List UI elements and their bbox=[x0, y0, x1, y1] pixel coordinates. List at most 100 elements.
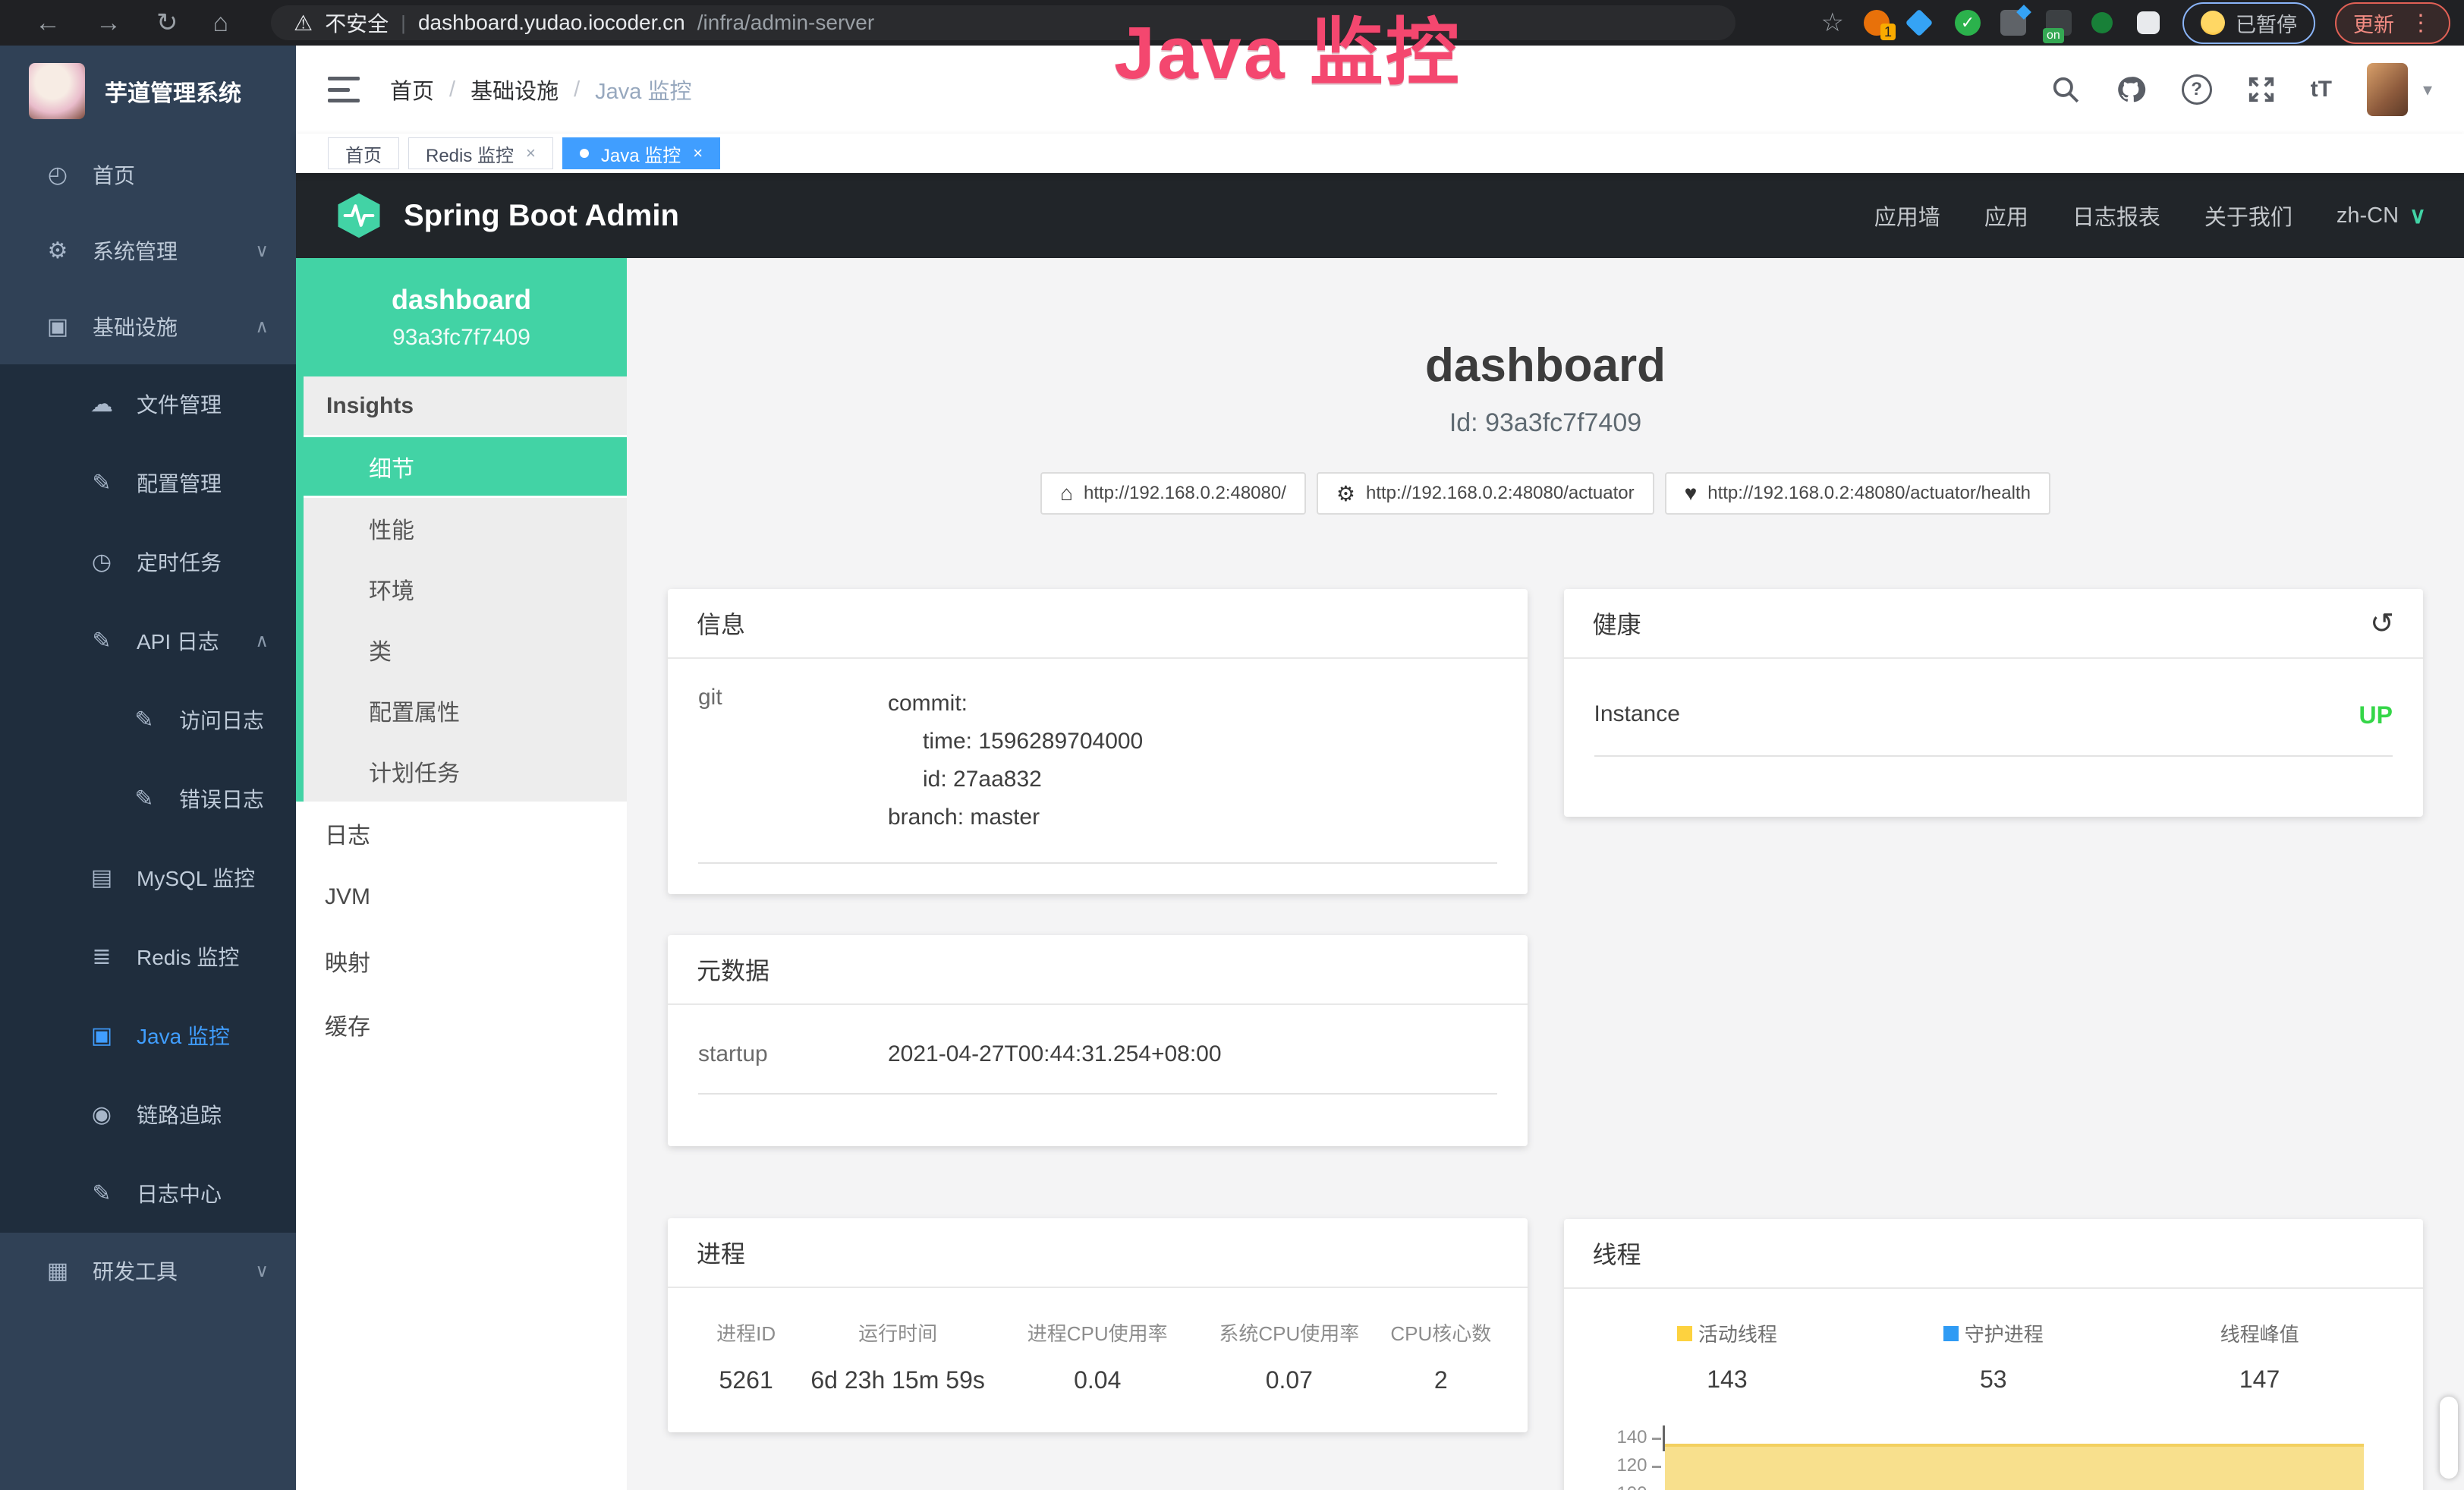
sidebar-item-redis-monitor[interactable]: ≣ Redis 监控 bbox=[0, 917, 296, 996]
toolbox-icon: ▦ bbox=[41, 1258, 74, 1284]
legend-peak-threads: 线程峰值 147 bbox=[2126, 1319, 2393, 1394]
sidebar-item-infrastructure[interactable]: ▣ 基础设施 ∧ bbox=[0, 288, 296, 364]
sidebar-item-tracing[interactable]: ◉ 链路追踪 bbox=[0, 1075, 296, 1154]
sidebar-item-system[interactable]: ⚙ 系统管理 ∨ bbox=[0, 213, 296, 288]
instance-health-row[interactable]: Instance UP bbox=[1594, 701, 2393, 757]
tab-java-monitor[interactable]: Java 监控 × bbox=[562, 137, 720, 169]
daemon-threads-value: 53 bbox=[1860, 1366, 2126, 1394]
sba-item-scheduled-tasks[interactable]: 计划任务 bbox=[304, 741, 627, 802]
sba-item-config-props[interactable]: 配置属性 bbox=[304, 680, 627, 741]
system-cpu-value: 0.07 bbox=[1198, 1366, 1381, 1394]
sba-item-caches[interactable]: 缓存 bbox=[296, 993, 627, 1057]
bookmark-star-icon[interactable]: ☆ bbox=[1821, 8, 1844, 38]
app-title: 芋道管理系统 bbox=[105, 74, 241, 108]
actuator-url-button[interactable]: ⚙ http://192.168.0.2:48080/actuator bbox=[1317, 472, 1654, 515]
layers-icon: ≣ bbox=[85, 943, 118, 970]
app-logo-row[interactable]: 芋道管理系统 bbox=[0, 46, 296, 137]
threads-area-chart: 140 120 100 bbox=[1594, 1425, 2393, 1490]
home-icon: ⌂ bbox=[1060, 481, 1073, 506]
sba-nav-journal[interactable]: 日志报表 bbox=[2072, 200, 2160, 232]
grid-dot bbox=[2016, 5, 2031, 20]
extension-check-icon[interactable]: ✓ bbox=[1955, 10, 1981, 36]
log-edit-icon: ✎ bbox=[127, 786, 161, 812]
insights-section-label: Insights bbox=[304, 376, 627, 437]
health-card: 健康 ↺ Instance UP bbox=[1564, 589, 2424, 817]
forward-icon[interactable]: → bbox=[96, 10, 121, 36]
sidebar-item-home[interactable]: ◴ 首页 bbox=[0, 137, 296, 213]
sba-instance-header[interactable]: dashboard 93a3fc7f7409 bbox=[296, 258, 627, 376]
browser-menu-icon[interactable]: ⋮ bbox=[2409, 10, 2432, 36]
update-button[interactable]: 更新 ⋮ bbox=[2335, 2, 2450, 44]
sba-item-details[interactable]: 细节 bbox=[304, 437, 627, 498]
avatar-caret-icon[interactable]: ▾ bbox=[2423, 79, 2432, 101]
timer-icon: ◷ bbox=[85, 549, 118, 575]
sba-item-logs[interactable]: 日志 bbox=[296, 802, 627, 865]
sidebar-item-config-management[interactable]: ✎ 配置管理 bbox=[0, 443, 296, 522]
fullscreen-icon[interactable] bbox=[2247, 75, 2276, 104]
gear-icon: ⚙ bbox=[41, 238, 74, 264]
tab-home[interactable]: 首页 bbox=[328, 137, 399, 169]
tab-label: Redis 监控 bbox=[426, 140, 514, 167]
instance-id-subtitle: Id: 93a3fc7f7409 bbox=[627, 408, 2464, 437]
sba-sidebar: dashboard 93a3fc7f7409 Insights 细节 性能 环境… bbox=[296, 258, 627, 1490]
process-id-value: 5261 bbox=[703, 1366, 789, 1394]
sidebar-item-dev-tools[interactable]: ▦ 研发工具 ∨ bbox=[0, 1233, 296, 1309]
health-history-icon[interactable]: ↺ bbox=[2370, 606, 2394, 641]
extension-list-icon[interactable]: on bbox=[2046, 10, 2072, 36]
extension-grid-icon[interactable] bbox=[2000, 10, 2026, 36]
sba-brand-title[interactable]: Spring Boot Admin bbox=[404, 199, 679, 233]
sba-nav-about[interactable]: 关于我们 bbox=[2204, 200, 2292, 232]
home-icon[interactable]: ⌂ bbox=[213, 10, 229, 36]
sba-item-environment[interactable]: 环境 bbox=[304, 559, 627, 619]
pin-shape bbox=[1905, 9, 1934, 37]
paused-button[interactable]: 已暂停 bbox=[2182, 2, 2315, 44]
back-icon[interactable]: ← bbox=[35, 10, 61, 36]
sidebar-item-access-logs[interactable]: ✎ 访问日志 bbox=[0, 680, 296, 759]
locale-selector[interactable]: zh-CN ∨ bbox=[2337, 203, 2426, 229]
sidebar-item-label: Redis 监控 bbox=[137, 941, 239, 972]
sidebar-item-label: 链路追踪 bbox=[137, 1099, 222, 1129]
extension-sprout-icon[interactable] bbox=[2091, 10, 2117, 36]
blue-swatch-icon bbox=[1943, 1326, 1959, 1341]
search-icon[interactable] bbox=[2051, 75, 2080, 104]
tag-tabs-bar: 首页 Redis 监控 × Java 监控 × bbox=[296, 134, 2464, 173]
service-url-button[interactable]: ⌂ http://192.168.0.2:48080/ bbox=[1040, 472, 1306, 515]
user-avatar[interactable] bbox=[2367, 63, 2408, 116]
extension-orange-icon[interactable]: 1 bbox=[1864, 10, 1890, 36]
sba-nav: 应用墙 应用 日志报表 关于我们 zh-CN ∨ bbox=[1874, 200, 2426, 232]
sba-nav-applications[interactable]: 应用 bbox=[1984, 200, 2028, 232]
metadata-card: 元数据 startup 2021-04-27T00:44:31.254+08:0… bbox=[668, 935, 1528, 1146]
sba-item-jvm[interactable]: JVM bbox=[296, 865, 627, 929]
sba-item-metrics[interactable]: 性能 bbox=[304, 498, 627, 559]
collapse-sidebar-icon[interactable] bbox=[328, 77, 360, 102]
sba-content: dashboard Id: 93a3fc7f7409 ⌂ http://192.… bbox=[627, 258, 2464, 1490]
help-icon[interactable]: ? bbox=[2182, 74, 2212, 105]
extension-pin-icon[interactable] bbox=[1909, 10, 1935, 36]
sidebar-item-java-monitor[interactable]: ▣ Java 监控 bbox=[0, 996, 296, 1075]
breadcrumb-home[interactable]: 首页 bbox=[390, 74, 434, 106]
edit-icon: ✎ bbox=[85, 470, 118, 496]
health-url-button[interactable]: ♥ http://192.168.0.2:48080/actuator/heal… bbox=[1665, 472, 2050, 515]
insights-section: Insights 细节 性能 环境 类 配置属性 计划任务 bbox=[296, 376, 627, 802]
sba-item-classes[interactable]: 类 bbox=[304, 619, 627, 680]
font-size-icon[interactable]: tT bbox=[2311, 77, 2332, 102]
dashboard-gauge-icon: ◴ bbox=[41, 162, 74, 188]
page-scrollbar-thumb[interactable] bbox=[2440, 1397, 2458, 1479]
breadcrumb-infrastructure[interactable]: 基础设施 bbox=[470, 74, 559, 106]
reload-icon[interactable]: ↻ bbox=[156, 10, 178, 36]
address-bar[interactable]: ⚠ 不安全 | dashboard.yudao.iocoder.cn/infra… bbox=[271, 5, 1735, 40]
sidebar-item-scheduled-tasks[interactable]: ◷ 定时任务 bbox=[0, 522, 296, 601]
sidebar-item-mysql-monitor[interactable]: ▤ MySQL 监控 bbox=[0, 838, 296, 917]
sidebar-item-log-center[interactable]: ✎ 日志中心 bbox=[0, 1154, 296, 1233]
close-icon[interactable]: × bbox=[526, 143, 536, 163]
screen: ← → ↻ ⌂ ⚠ 不安全 | dashboard.yudao.iocoder.… bbox=[0, 0, 2464, 1490]
sidebar-item-error-logs[interactable]: ✎ 错误日志 bbox=[0, 759, 296, 838]
sba-nav-wallboard[interactable]: 应用墙 bbox=[1874, 200, 1940, 232]
sba-item-mappings[interactable]: 映射 bbox=[296, 929, 627, 993]
sidebar-item-api-logs[interactable]: ✎ API 日志 ∧ bbox=[0, 601, 296, 680]
github-icon[interactable] bbox=[2115, 74, 2147, 105]
close-icon[interactable]: × bbox=[693, 143, 703, 163]
sidebar-item-file-management[interactable]: ☁ 文件管理 bbox=[0, 364, 296, 443]
tab-redis-monitor[interactable]: Redis 监控 × bbox=[408, 137, 553, 169]
extensions-puzzle-icon[interactable] bbox=[2137, 10, 2163, 36]
